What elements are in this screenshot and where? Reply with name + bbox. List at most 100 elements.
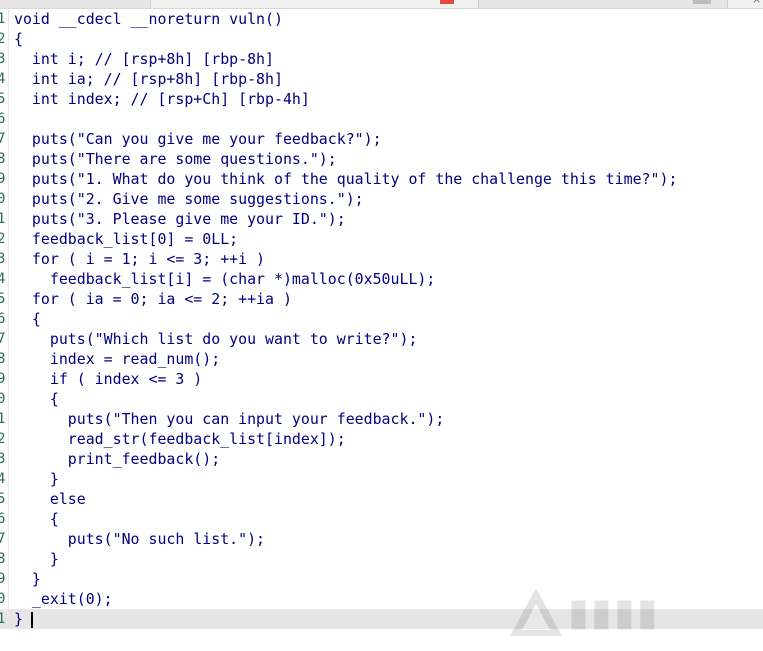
line-number: 6	[0, 111, 6, 127]
code-line[interactable]: 3 print_feedback();	[0, 449, 763, 469]
code-text[interactable]: {	[14, 509, 59, 529]
code-line-current[interactable]: 1}	[0, 609, 763, 629]
line-number: 5	[0, 491, 6, 507]
code-text[interactable]: }	[14, 569, 41, 589]
code-text[interactable]: void __cdecl __noreturn vuln()	[14, 9, 283, 29]
line-number: 2	[0, 31, 6, 47]
code-line[interactable]: 3 for ( i = 1; i <= 3; ++i )	[0, 249, 763, 269]
code-text[interactable]: for ( ia = 0; ia <= 2; ++ia )	[14, 289, 292, 309]
code-line[interactable]: 9 puts("1. What do you think of the qual…	[0, 169, 763, 189]
code-line[interactable]: 7 puts("Which list do you want to write?…	[0, 329, 763, 349]
tab-bar: ×	[0, 0, 763, 9]
code-line[interactable]: 6 {	[0, 509, 763, 529]
code-text[interactable]: }	[14, 469, 59, 489]
tab-close-button-red[interactable]	[440, 0, 454, 4]
line-number: 7	[0, 531, 6, 547]
tab-indicator	[693, 0, 711, 4]
code-line[interactable]: 2{	[0, 29, 763, 49]
close-icon[interactable]: ×	[752, 0, 761, 6]
line-number: 1	[0, 11, 6, 27]
code-line[interactable]: 5 else	[0, 489, 763, 509]
code-text[interactable]: int i; // [rsp+8h] [rbp-8h]	[14, 49, 274, 69]
line-number: 9	[0, 171, 6, 187]
line-number: 3	[0, 451, 6, 467]
code-line[interactable]: 1 void __cdecl __noreturn vuln()	[0, 9, 763, 29]
line-number: 4	[0, 71, 6, 87]
code-line[interactable]: 9 }	[0, 569, 763, 589]
line-number: 7	[0, 331, 6, 347]
code-text[interactable]: feedback_list[0] = 0LL;	[14, 229, 238, 249]
code-line[interactable]: 0 {	[0, 389, 763, 409]
code-text[interactable]: puts("Which list do you want to write?")…	[14, 329, 418, 349]
line-number: 9	[0, 371, 6, 387]
code-text[interactable]: for ( i = 1; i <= 3; ++i )	[14, 249, 265, 269]
code-text[interactable]: index = read_num();	[14, 349, 220, 369]
code-line[interactable]: 5 for ( ia = 0; ia <= 2; ++ia )	[0, 289, 763, 309]
tab-pseudocode[interactable]	[0, 0, 151, 8]
code-line[interactable]: 3 int i; // [rsp+8h] [rbp-8h]	[0, 49, 763, 69]
code-line[interactable]: 5 int index; // [rsp+Ch] [rbp-4h]	[0, 89, 763, 109]
code-text[interactable]: print_feedback();	[14, 449, 220, 469]
code-line[interactable]: 6 {	[0, 309, 763, 329]
line-number: 0	[0, 591, 6, 607]
code-line[interactable]: 1 puts("Then you can input your feedback…	[0, 409, 763, 429]
code-text[interactable]: puts("Can you give me your feedback?");	[14, 129, 382, 149]
line-number: 8	[0, 551, 6, 567]
line-number: 0	[0, 191, 6, 207]
line-number: 8	[0, 151, 6, 167]
code-text[interactable]: if ( index <= 3 )	[14, 369, 202, 389]
code-text[interactable]: read_str(feedback_list[index]);	[14, 429, 346, 449]
line-number: 5	[0, 291, 6, 307]
code-line[interactable]: 7 puts("No such list.");	[0, 529, 763, 549]
code-line[interactable]: 8 index = read_num();	[0, 349, 763, 369]
code-text[interactable]: int ia; // [rsp+8h] [rbp-8h]	[14, 69, 283, 89]
code-text[interactable]: puts("Then you can input your feedback."…	[14, 409, 445, 429]
line-number: 4	[0, 271, 6, 287]
code-text[interactable]: puts("There are some questions.");	[14, 149, 337, 169]
code-line[interactable]: 4 feedback_list[i] = (char *)malloc(0x50…	[0, 269, 763, 289]
code-text[interactable]: feedback_list[i] = (char *)malloc(0x50uL…	[14, 269, 436, 289]
code-text[interactable]: puts("1. What do you think of the qualit…	[14, 169, 677, 189]
line-number: 4	[0, 471, 6, 487]
code-text[interactable]: int index; // [rsp+Ch] [rbp-4h]	[14, 89, 310, 109]
code-text[interactable]: _exit(0);	[14, 589, 113, 609]
code-line[interactable]: 1 puts("3. Please give me your ID.");	[0, 209, 763, 229]
code-line[interactable]: 8 }	[0, 549, 763, 569]
line-number: 2	[0, 431, 6, 447]
code-text[interactable]: puts("No such list.");	[14, 529, 265, 549]
line-number: 5	[0, 91, 6, 107]
code-text[interactable]: puts("2. Give me some suggestions.");	[14, 189, 364, 209]
code-text[interactable]: {	[14, 29, 23, 49]
code-text[interactable]: puts("3. Please give me your ID.");	[14, 209, 346, 229]
text-caret	[31, 612, 33, 628]
code-text[interactable]: }	[14, 609, 23, 629]
line-number: 6	[0, 311, 6, 327]
code-line[interactable]: 0 puts("2. Give me some suggestions.");	[0, 189, 763, 209]
code-line[interactable]: 4 int ia; // [rsp+8h] [rbp-8h]	[0, 69, 763, 89]
line-number: 0	[0, 391, 6, 407]
line-number: 3	[0, 251, 6, 267]
code-text[interactable]: {	[14, 389, 59, 409]
line-number: 1	[0, 411, 6, 427]
code-line[interactable]: 0 _exit(0);	[0, 589, 763, 609]
line-number: 8	[0, 351, 6, 367]
line-number: 6	[0, 511, 6, 527]
code-line[interactable]: 9 if ( index <= 3 )	[0, 369, 763, 389]
code-line[interactable]: 2 feedback_list[0] = 0LL;	[0, 229, 763, 249]
line-number: 9	[0, 571, 6, 587]
line-number: 1	[0, 611, 6, 627]
code-line[interactable]: 6	[0, 109, 763, 129]
code-text[interactable]: {	[14, 309, 41, 329]
line-number: 1	[0, 211, 6, 227]
pseudocode-view[interactable]: 1 void __cdecl __noreturn vuln() 2{ 3 int…	[0, 9, 763, 629]
code-line[interactable]: 4 }	[0, 469, 763, 489]
line-number: 3	[0, 51, 6, 67]
code-text[interactable]: }	[14, 549, 59, 569]
line-number: 2	[0, 231, 6, 247]
line-number: 7	[0, 131, 6, 147]
tab-other[interactable]	[478, 0, 728, 8]
code-line[interactable]: 8 puts("There are some questions.");	[0, 149, 763, 169]
code-text[interactable]: else	[14, 489, 86, 509]
code-line[interactable]: 2 read_str(feedback_list[index]);	[0, 429, 763, 449]
code-line[interactable]: 7 puts("Can you give me your feedback?")…	[0, 129, 763, 149]
